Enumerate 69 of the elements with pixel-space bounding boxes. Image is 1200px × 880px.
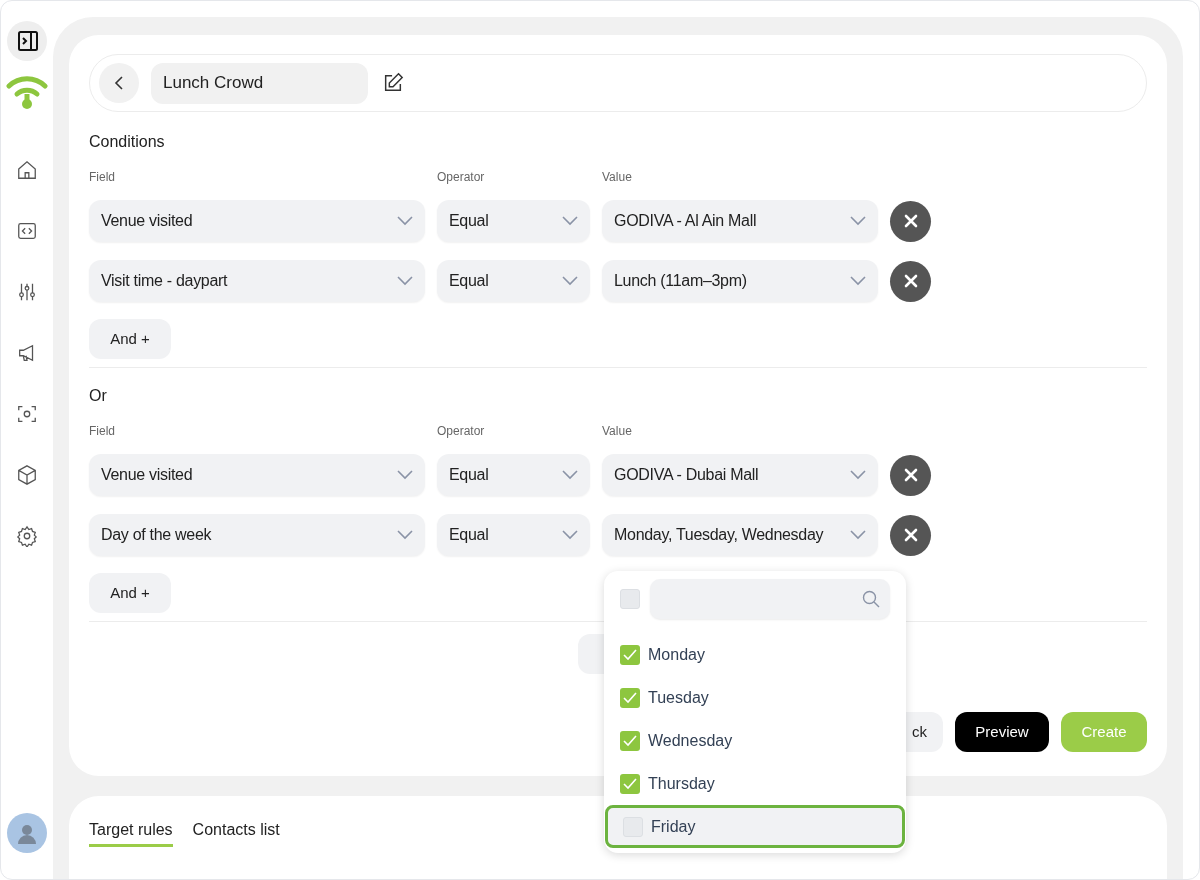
field-dropdown[interactable]: Venue visited [89, 200, 425, 242]
close-icon [903, 274, 918, 288]
section-heading: Conditions [89, 133, 165, 150]
column-label: Operator [437, 169, 486, 186]
wifi-logo-icon [6, 75, 48, 109]
sidebar-toggle-icon [15, 29, 39, 53]
remove-button[interactable] [890, 514, 931, 556]
day-option[interactable]: Friday [605, 805, 905, 848]
home-icon[interactable] [16, 159, 38, 181]
chevron-down-icon [850, 470, 866, 480]
cube-icon[interactable] [16, 464, 38, 486]
remove-button[interactable] [890, 454, 931, 496]
chevron-down-icon [397, 276, 413, 286]
field-dropdown[interactable]: Visit time - daypart [89, 260, 425, 302]
chevron-down-icon [397, 530, 413, 540]
day-option[interactable]: Monday [605, 633, 905, 676]
chevron-down-icon [562, 276, 578, 286]
column-label: Field [89, 423, 116, 440]
chevron-down-icon [850, 216, 866, 226]
sidebar-toggle-button[interactable] [7, 21, 47, 61]
chevron-down-icon [397, 216, 413, 226]
value-dropdown[interactable]: GODIVA - Dubai Mall [602, 454, 878, 496]
chevron-down-icon [562, 530, 578, 540]
operator-dropdown[interactable]: Equal [437, 200, 590, 242]
and-button[interactable]: And + [89, 319, 171, 359]
and-button[interactable]: And + [89, 573, 171, 613]
column-label: Value [602, 169, 632, 186]
close-icon [903, 214, 918, 228]
chevron-left-icon [114, 76, 124, 90]
chevron-down-icon [562, 216, 578, 226]
scan-icon[interactable] [16, 403, 38, 425]
checkbox[interactable] [620, 773, 640, 794]
close-icon [903, 528, 918, 542]
search-field[interactable] [650, 579, 890, 619]
day-option[interactable]: Thursday [605, 762, 905, 805]
search-icon [862, 590, 880, 608]
close-icon [903, 468, 918, 482]
value-dropdown[interactable]: Lunch (11am–3pm) [602, 260, 878, 302]
remove-button[interactable] [890, 260, 931, 302]
operator-dropdown[interactable]: Equal [437, 514, 590, 556]
column-label: Field [89, 169, 116, 186]
tab[interactable]: Contacts list [192, 818, 280, 847]
settings-icon[interactable] [16, 525, 38, 547]
sliders-icon[interactable] [16, 281, 38, 303]
chevron-down-icon [562, 470, 578, 480]
remove-button[interactable] [890, 200, 931, 242]
operator-dropdown[interactable]: Equal [437, 454, 590, 496]
edit-icon[interactable] [382, 72, 404, 94]
field-dropdown[interactable]: Venue visited [89, 454, 425, 496]
checkbox[interactable] [620, 589, 640, 609]
back-button[interactable] [99, 63, 139, 103]
code-icon[interactable] [16, 220, 38, 242]
chevron-down-icon [850, 530, 866, 540]
checkbox[interactable] [620, 687, 640, 708]
operator-dropdown[interactable]: Equal [437, 260, 590, 302]
field-dropdown[interactable]: Day of the week [89, 514, 425, 556]
chevron-down-icon [850, 276, 866, 286]
column-label: Operator [437, 423, 486, 440]
avatar[interactable] [7, 813, 47, 853]
tab[interactable]: Target rules [89, 818, 173, 847]
column-label: Value [602, 423, 632, 440]
value-dropdown[interactable]: Monday, Tuesday, Wednesday [602, 514, 878, 556]
chevron-down-icon [397, 470, 413, 480]
section-heading: Or [89, 387, 107, 404]
checkbox[interactable] [620, 730, 640, 751]
name-field[interactable]: Lunch Crowd [151, 62, 368, 104]
checkbox[interactable] [620, 644, 640, 665]
preview-button[interactable]: Preview [955, 712, 1049, 752]
value-dropdown[interactable]: GODIVA - Al Ain Mall [602, 200, 878, 242]
